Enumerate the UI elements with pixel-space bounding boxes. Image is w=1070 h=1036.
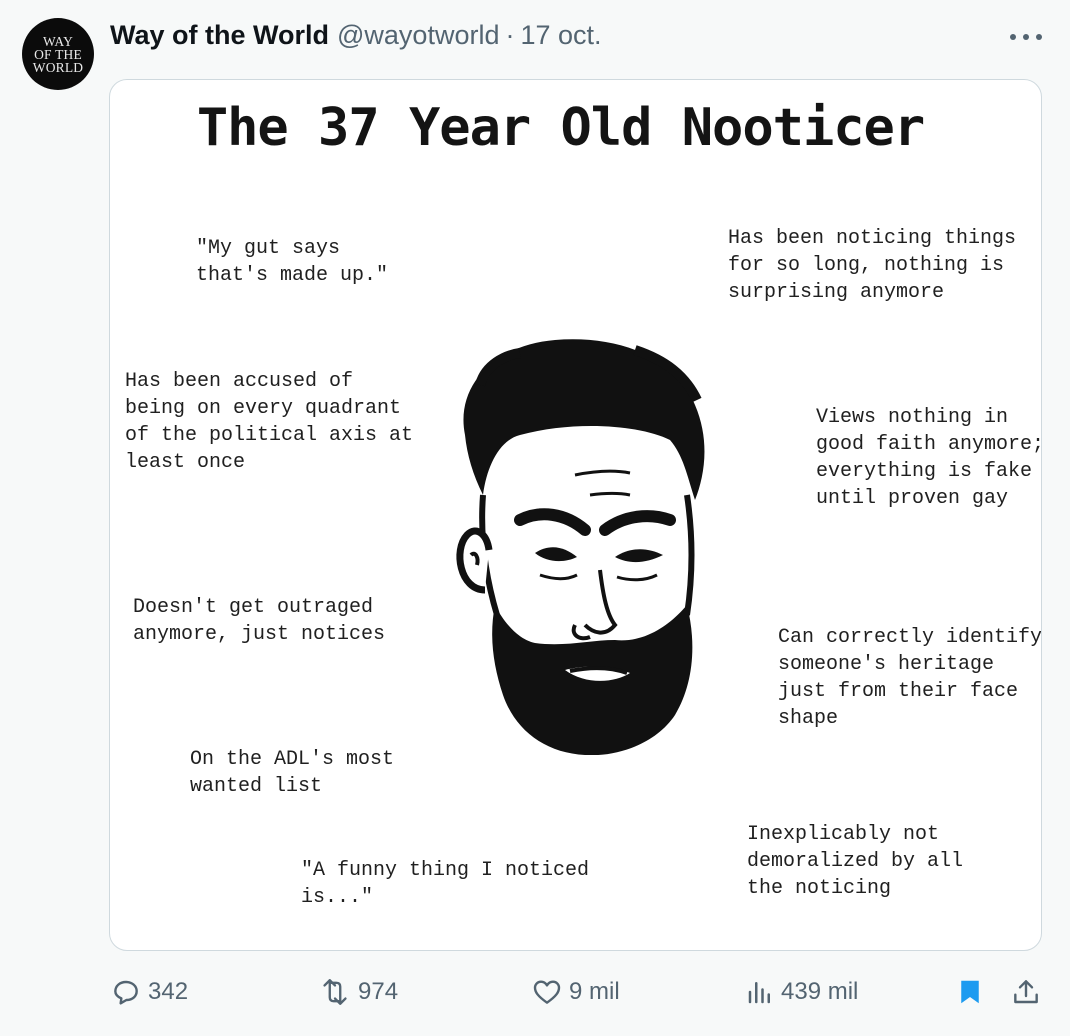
more-options-icon[interactable] — [1010, 32, 1042, 42]
avatar-line-1: WAY — [42, 33, 74, 49]
bookmark-button[interactable] — [955, 968, 991, 1016]
caption-outraged: Doesn't get outraged anymore, just notic… — [133, 596, 386, 646]
caption-quadrant: Has been accused of being on every quadr… — [125, 370, 414, 474]
repost-button[interactable]: 974 — [318, 968, 398, 1016]
avatar-line-3: WORLD — [32, 59, 84, 75]
meme-title: The 37 Year Old Nooticer — [196, 98, 925, 158]
share-icon — [1014, 980, 1038, 1004]
caption-noticing-long: Has been noticing things for so long, no… — [728, 227, 1017, 304]
reply-button[interactable]: 342 — [110, 968, 188, 1016]
bookmark-icon — [961, 980, 979, 1004]
caption-adl: On the ADL's most wanted list — [190, 748, 395, 798]
tweet-media-image[interactable]: The 37 Year Old Nooticer "My gut says th… — [109, 79, 1042, 951]
like-button[interactable]: 9 mil — [531, 968, 620, 1016]
views-count: 439 mil — [781, 978, 859, 1005]
avatar-line-2: OF THE — [34, 46, 82, 62]
avatar[interactable]: WAY OF THE WORLD — [22, 18, 94, 90]
caption-good-faith: Views nothing in good faith anymore; eve… — [816, 406, 1042, 510]
caption-demoralized: Inexplicably not demoralized by all the … — [747, 823, 964, 900]
separator-dot: · — [505, 19, 515, 50]
share-button[interactable] — [1010, 968, 1048, 1016]
repost-count: 974 — [358, 978, 399, 1005]
tweet-actions: 342 974 9 mil 439 mil — [0, 968, 1070, 1018]
reply-icon — [114, 980, 138, 1005]
views-button[interactable]: 439 mil — [745, 968, 858, 1016]
caption-gut: "My gut says that's made up." — [196, 237, 389, 287]
views-icon — [748, 982, 770, 1004]
caption-heritage: Can correctly identify someone's heritag… — [778, 626, 1042, 730]
caption-funny: "A funny thing I noticed is..." — [301, 859, 590, 909]
user-handle[interactable]: @wayotworld — [337, 20, 499, 51]
like-icon — [533, 980, 561, 1004]
bearded-face-illustration — [456, 339, 705, 755]
display-name[interactable]: Way of the World — [110, 20, 329, 51]
reply-count: 342 — [148, 978, 189, 1005]
tweet-header: Way of the World @wayotworld · 17 oct. — [110, 18, 602, 52]
tweet-date[interactable]: 17 oct. — [520, 20, 601, 51]
repost-icon — [323, 979, 347, 1005]
like-count: 9 mil — [569, 978, 620, 1005]
